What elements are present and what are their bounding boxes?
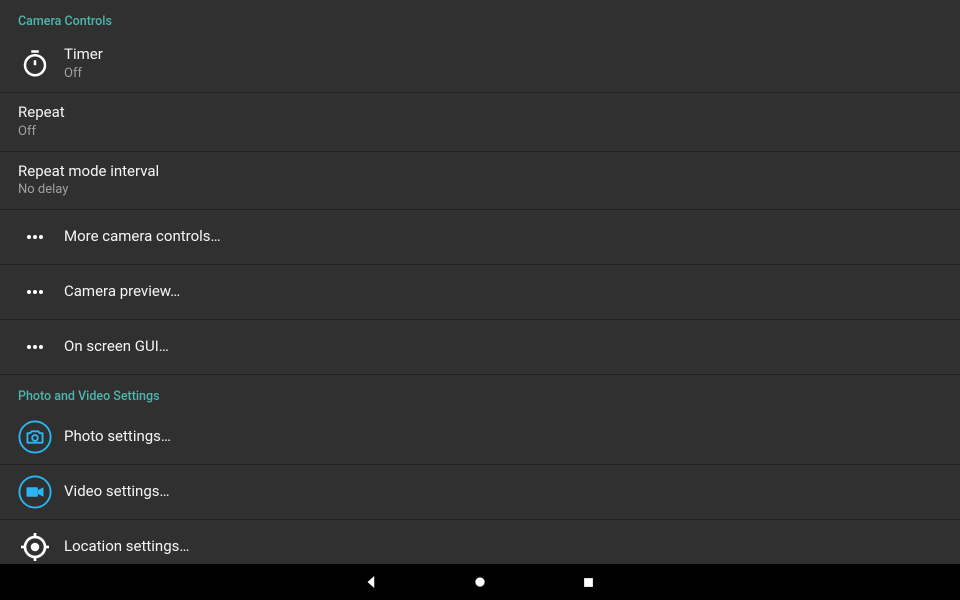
repeat-value: Off — [18, 124, 65, 141]
row-video-settings[interactable]: Video settings… — [0, 465, 960, 520]
row-more-camera-controls[interactable]: More camera controls… — [0, 210, 960, 265]
settings-list: Camera Controls Timer Off Repeat Off Rep… — [0, 0, 960, 564]
row-camera-preview[interactable]: Camera preview… — [0, 265, 960, 320]
more-icon — [18, 275, 52, 309]
row-timer[interactable]: Timer Off — [0, 35, 960, 93]
timer-value: Off — [64, 66, 103, 83]
android-navbar — [0, 564, 960, 600]
more-icon — [18, 330, 52, 364]
video-settings-label: Video settings… — [64, 482, 170, 502]
photo-settings-label: Photo settings… — [64, 427, 171, 447]
repeat-interval-value: No delay — [18, 182, 159, 199]
row-repeat-interval[interactable]: Repeat mode interval No delay — [0, 152, 960, 210]
more-icon — [18, 220, 52, 254]
row-on-screen-gui[interactable]: On screen GUI… — [0, 320, 960, 375]
camera-preview-label: Camera preview… — [64, 282, 180, 302]
on-screen-gui-label: On screen GUI… — [64, 337, 169, 357]
repeat-label: Repeat — [18, 103, 65, 123]
location-icon — [18, 530, 52, 564]
location-settings-label: Location settings… — [64, 537, 189, 557]
timer-label: Timer — [64, 45, 103, 65]
nav-back-button[interactable] — [362, 572, 382, 592]
section-header-camera-controls: Camera Controls — [0, 0, 960, 35]
nav-home-button[interactable] — [470, 572, 490, 592]
camera-icon — [18, 420, 52, 454]
section-header-photo-video: Photo and Video Settings — [0, 375, 960, 410]
repeat-interval-label: Repeat mode interval — [18, 162, 159, 182]
row-photo-settings[interactable]: Photo settings… — [0, 410, 960, 465]
timer-icon — [18, 47, 52, 81]
row-repeat[interactable]: Repeat Off — [0, 93, 960, 151]
video-icon — [18, 475, 52, 509]
more-camera-controls-label: More camera controls… — [64, 227, 221, 247]
row-location-settings[interactable]: Location settings… — [0, 520, 960, 564]
nav-recent-button[interactable] — [578, 572, 598, 592]
